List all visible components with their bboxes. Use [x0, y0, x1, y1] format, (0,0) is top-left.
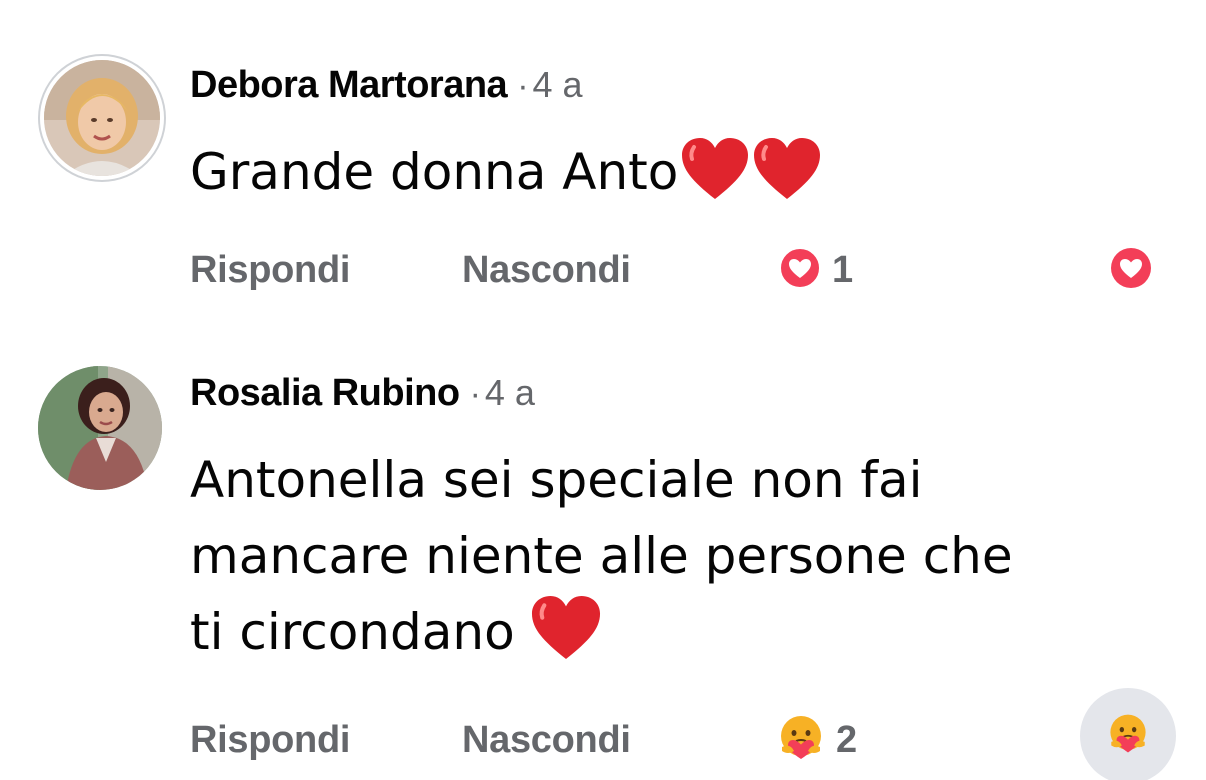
avatar-photo [38, 366, 162, 490]
avatar[interactable] [38, 366, 162, 490]
reply-button[interactable]: Rispondi [190, 710, 350, 770]
comment-item: Debora Martorana · 4 a Grande donna Anto R… [0, 0, 1206, 320]
separator-dot: · [469, 375, 481, 413]
love-reaction-icon [1109, 246, 1153, 295]
comment-text-line: mancare niente alle persone che [190, 527, 1013, 585]
red-heart-icon [529, 595, 603, 682]
comment-actions: Rispondi Nascondi 1 [190, 240, 1190, 300]
reaction-summary[interactable]: 2 [776, 710, 857, 770]
comment-time[interactable]: 4 a [533, 64, 583, 105]
avatar-photo [44, 60, 160, 176]
avatar[interactable] [44, 60, 160, 176]
care-reaction-icon [1106, 712, 1150, 761]
love-reaction-icon [778, 246, 822, 295]
hide-button[interactable]: Nascondi [462, 710, 631, 770]
comment-header: Rosalia Rubino · 4 a [190, 374, 535, 412]
comment-item: Rosalia Rubino · 4 a Antonella sei special… [0, 320, 1206, 780]
comment-text: Antonella sei speciale non fai mancare n… [190, 442, 1013, 682]
comment-text: Grande donna Anto [190, 134, 822, 222]
reaction-summary[interactable]: 1 [778, 240, 853, 300]
comment-header: Debora Martorana · 4 a [190, 66, 583, 104]
red-heart-icon [680, 137, 750, 222]
reaction-count: 2 [836, 718, 858, 761]
comment-time[interactable]: 4 a [485, 372, 535, 413]
react-button[interactable] [1108, 247, 1154, 293]
red-heart-icon [752, 137, 822, 222]
author-name[interactable]: Debora Martorana [190, 64, 508, 106]
reaction-count: 1 [832, 248, 854, 291]
care-reaction-icon [776, 713, 826, 768]
hide-button[interactable]: Nascondi [462, 240, 631, 300]
comment-text-line: Antonella sei speciale non fai [190, 451, 923, 509]
reply-button[interactable]: Rispondi [190, 240, 350, 300]
separator-dot: · [517, 67, 529, 105]
comment-text-line: ti circondano [190, 603, 515, 661]
react-button[interactable] [1080, 688, 1176, 780]
comment-text-line: Grande donna Anto [190, 143, 679, 201]
author-name[interactable]: Rosalia Rubino [190, 372, 460, 414]
comment-actions: Rispondi Nascondi 2 [190, 688, 1190, 780]
